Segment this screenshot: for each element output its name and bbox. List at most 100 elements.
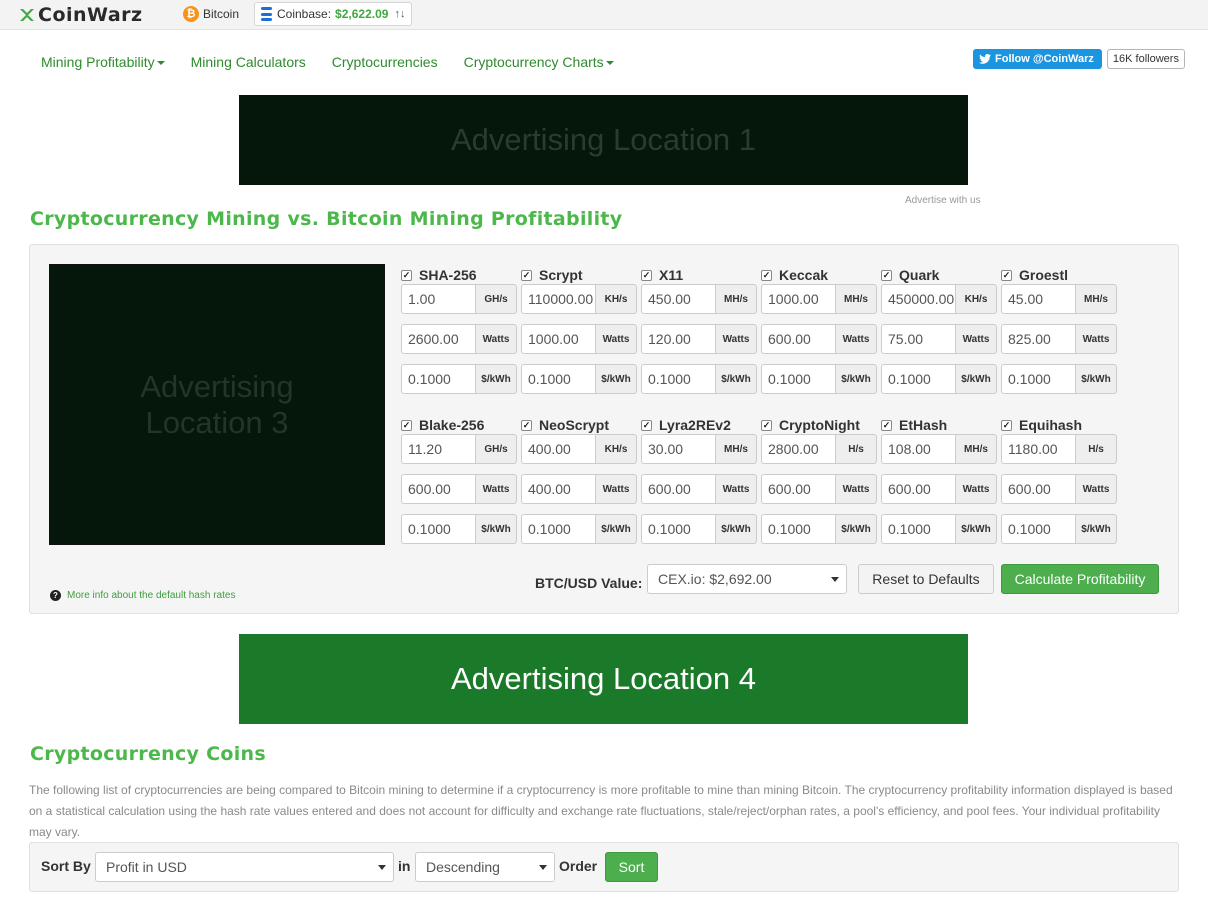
hash-rate-input[interactable]: 45.00 xyxy=(1001,284,1075,314)
order-label: Order xyxy=(559,858,598,874)
checkbox-checked-icon[interactable]: ✓ xyxy=(641,269,652,281)
algo-checkbox-label[interactable]: ✓ Blake-256 xyxy=(401,416,517,434)
hash-rate-input[interactable]: 1180.00 xyxy=(1001,434,1075,464)
power-input[interactable]: 2600.00 xyxy=(401,324,475,354)
btc-usd-selected: CEX.io: $2,692.00 xyxy=(658,571,772,587)
checkbox-checked-icon[interactable]: ✓ xyxy=(401,419,412,431)
price-value: $2,622.09 xyxy=(335,7,389,21)
algo-checkbox-label[interactable]: ✓ Quark xyxy=(881,266,997,284)
checkbox-checked-icon[interactable]: ✓ xyxy=(1001,419,1012,431)
power-input[interactable]: 600.00 xyxy=(761,324,835,354)
algo-name: Groestl xyxy=(1019,267,1069,283)
power-group: 600.00 Watts xyxy=(761,324,877,354)
power-input[interactable]: 400.00 xyxy=(521,474,595,504)
cost-input[interactable]: 0.1000 xyxy=(401,514,475,544)
cost-input[interactable]: 0.1000 xyxy=(521,514,595,544)
hash-rate-input[interactable]: 11.20 xyxy=(401,434,475,464)
cost-unit: $/kWh xyxy=(475,364,517,394)
power-input[interactable]: 600.00 xyxy=(1001,474,1075,504)
reset-defaults-button[interactable]: Reset to Defaults xyxy=(858,564,994,594)
power-input[interactable]: 600.00 xyxy=(881,474,955,504)
checkbox-checked-icon[interactable]: ✓ xyxy=(881,269,892,281)
algo-name: Equihash xyxy=(1019,417,1083,433)
nav-mining-profitability[interactable]: Mining Profitability xyxy=(41,54,165,70)
algo-checkbox-label[interactable]: ✓ CryptoNight xyxy=(761,416,877,434)
cost-unit: $/kWh xyxy=(595,364,637,394)
checkbox-checked-icon[interactable]: ✓ xyxy=(881,419,892,431)
hash-rate-input[interactable]: 110000.00 xyxy=(521,284,595,314)
hash-rate-input[interactable]: 1.00 xyxy=(401,284,475,314)
more-info-link[interactable]: ? More info about the default hash rates xyxy=(50,590,235,601)
sort-by-select[interactable]: Profit in USD xyxy=(95,852,394,882)
algo-checkbox-label[interactable]: ✓ NeoScrypt xyxy=(521,416,637,434)
ad-location-1[interactable]: Advertising Location 1 xyxy=(239,95,968,185)
algo-checkbox-label[interactable]: ✓ Groestl xyxy=(1001,266,1117,284)
cost-input[interactable]: 0.1000 xyxy=(761,364,835,394)
logo[interactable]: CoinWarz xyxy=(18,4,143,26)
price-ticker[interactable]: Coinbase: $2,622.09 ↑↓ xyxy=(254,2,413,26)
cost-input[interactable]: 0.1000 xyxy=(641,514,715,544)
cost-input[interactable]: 0.1000 xyxy=(641,364,715,394)
algo-checkbox-label[interactable]: ✓ Keccak xyxy=(761,266,877,284)
order-selected: Descending xyxy=(426,859,500,875)
hash-rate-input[interactable]: 450000.00 xyxy=(881,284,955,314)
cost-input[interactable]: 0.1000 xyxy=(761,514,835,544)
hash-rate-input[interactable]: 1000.00 xyxy=(761,284,835,314)
cost-group: 0.1000 $/kWh xyxy=(761,364,877,394)
hash-rate-group: 450000.00 KH/s xyxy=(881,284,997,314)
cost-unit: $/kWh xyxy=(1075,514,1117,544)
checkbox-checked-icon[interactable]: ✓ xyxy=(521,269,532,281)
btc-usd-select[interactable]: CEX.io: $2,692.00 xyxy=(647,564,847,594)
twitter-follow-button[interactable]: Follow @CoinWarz xyxy=(973,49,1102,69)
hash-rate-input[interactable]: 450.00 xyxy=(641,284,715,314)
cost-input[interactable]: 0.1000 xyxy=(1001,514,1075,544)
power-input[interactable]: 600.00 xyxy=(401,474,475,504)
sort-button[interactable]: Sort xyxy=(605,852,658,882)
checkbox-checked-icon[interactable]: ✓ xyxy=(1001,269,1012,281)
ad-location-4[interactable]: Advertising Location 4 xyxy=(239,634,968,724)
checkbox-checked-icon[interactable]: ✓ xyxy=(761,269,772,281)
algo-checkbox-label[interactable]: ✓ Scrypt xyxy=(521,266,637,284)
checkbox-checked-icon[interactable]: ✓ xyxy=(521,419,532,431)
hash-rate-unit: KH/s xyxy=(595,284,637,314)
power-input[interactable]: 75.00 xyxy=(881,324,955,354)
calculate-profitability-button[interactable]: Calculate Profitability xyxy=(1001,564,1159,594)
hash-rate-input[interactable]: 400.00 xyxy=(521,434,595,464)
twitter-followers-count[interactable]: 16K followers xyxy=(1106,49,1185,69)
algo-checkbox-label[interactable]: ✓ Lyra2REv2 xyxy=(641,416,757,434)
ad3-line2: Location 3 xyxy=(145,404,289,440)
cost-input[interactable]: 0.1000 xyxy=(881,514,955,544)
nav-label: Cryptocurrencies xyxy=(331,54,438,70)
cost-input[interactable]: 0.1000 xyxy=(521,364,595,394)
hash-rate-input[interactable]: 30.00 xyxy=(641,434,715,464)
bitcoin-link[interactable]: ₿ Bitcoin xyxy=(183,6,239,22)
algo-checkbox-label[interactable]: ✓ Equihash xyxy=(1001,416,1117,434)
cost-input[interactable]: 0.1000 xyxy=(1001,364,1075,394)
power-group: 75.00 Watts xyxy=(881,324,997,354)
advertise-link[interactable]: Advertise with us xyxy=(905,195,981,206)
power-input[interactable]: 120.00 xyxy=(641,324,715,354)
algo-checkbox-label[interactable]: ✓ EtHash xyxy=(881,416,997,434)
checkbox-checked-icon[interactable]: ✓ xyxy=(641,419,652,431)
cost-input[interactable]: 0.1000 xyxy=(881,364,955,394)
ad-location-3[interactable]: Advertising Location 3 xyxy=(49,264,385,545)
order-select[interactable]: Descending xyxy=(415,852,555,882)
power-input[interactable]: 600.00 xyxy=(641,474,715,504)
nav-cryptocurrencies[interactable]: Cryptocurrencies xyxy=(332,54,438,70)
power-input[interactable]: 825.00 xyxy=(1001,324,1075,354)
checkbox-checked-icon[interactable]: ✓ xyxy=(401,269,412,281)
coins-description: The following list of cryptocurrencies a… xyxy=(29,783,1173,839)
power-group: 600.00 Watts xyxy=(1001,474,1117,504)
power-unit: Watts xyxy=(1075,474,1117,504)
power-unit: Watts xyxy=(475,324,517,354)
nav-mining-calculators[interactable]: Mining Calculators xyxy=(191,54,306,70)
hash-rate-input[interactable]: 2800.00 xyxy=(761,434,835,464)
checkbox-checked-icon[interactable]: ✓ xyxy=(761,419,772,431)
algo-checkbox-label[interactable]: ✓ SHA-256 xyxy=(401,266,517,284)
hash-rate-input[interactable]: 108.00 xyxy=(881,434,955,464)
power-input[interactable]: 600.00 xyxy=(761,474,835,504)
power-input[interactable]: 1000.00 xyxy=(521,324,595,354)
algo-checkbox-label[interactable]: ✓ X11 xyxy=(641,266,757,284)
cost-input[interactable]: 0.1000 xyxy=(401,364,475,394)
nav-cryptocurrency-charts[interactable]: Cryptocurrency Charts xyxy=(464,54,614,70)
